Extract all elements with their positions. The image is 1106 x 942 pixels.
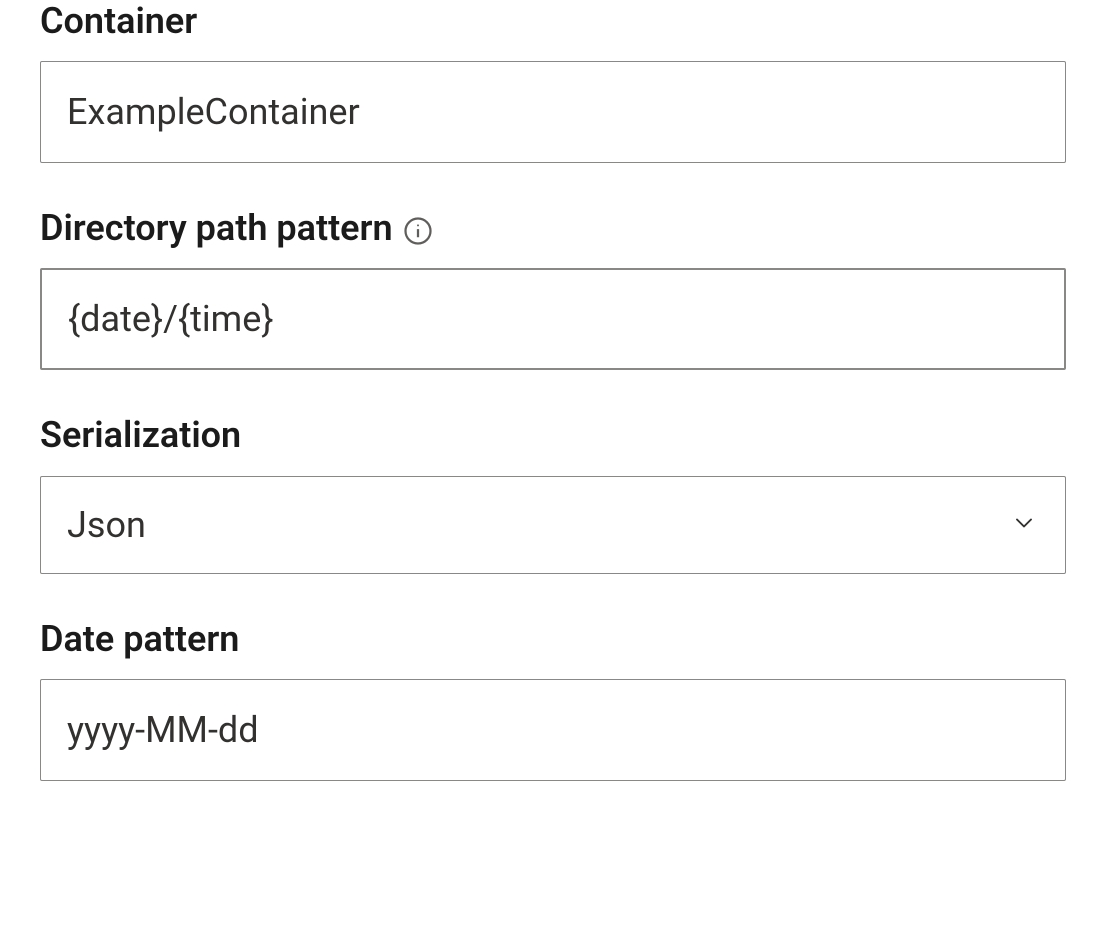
- date-pattern-label: Date pattern: [40, 618, 239, 661]
- date-pattern-field-group: Date pattern: [40, 618, 1066, 781]
- date-pattern-input[interactable]: [40, 679, 1066, 781]
- serialization-select-wrapper: Json: [40, 476, 1066, 574]
- serialization-field-group: Serialization Json: [40, 414, 1066, 573]
- container-label: Container: [40, 0, 197, 43]
- info-icon[interactable]: [403, 216, 433, 246]
- directory-path-pattern-field-group: Directory path pattern: [40, 207, 1066, 370]
- directory-path-pattern-input[interactable]: [40, 268, 1066, 370]
- serialization-label-row: Serialization: [40, 414, 1066, 457]
- container-input[interactable]: [40, 61, 1066, 163]
- container-field-group: Container: [40, 0, 1066, 163]
- serialization-label: Serialization: [40, 414, 241, 457]
- serialization-select[interactable]: Json: [40, 476, 1066, 574]
- container-label-row: Container: [40, 0, 1066, 43]
- date-pattern-label-row: Date pattern: [40, 618, 1066, 661]
- directory-path-pattern-label: Directory path pattern: [40, 207, 393, 250]
- directory-path-pattern-label-row: Directory path pattern: [40, 207, 1066, 250]
